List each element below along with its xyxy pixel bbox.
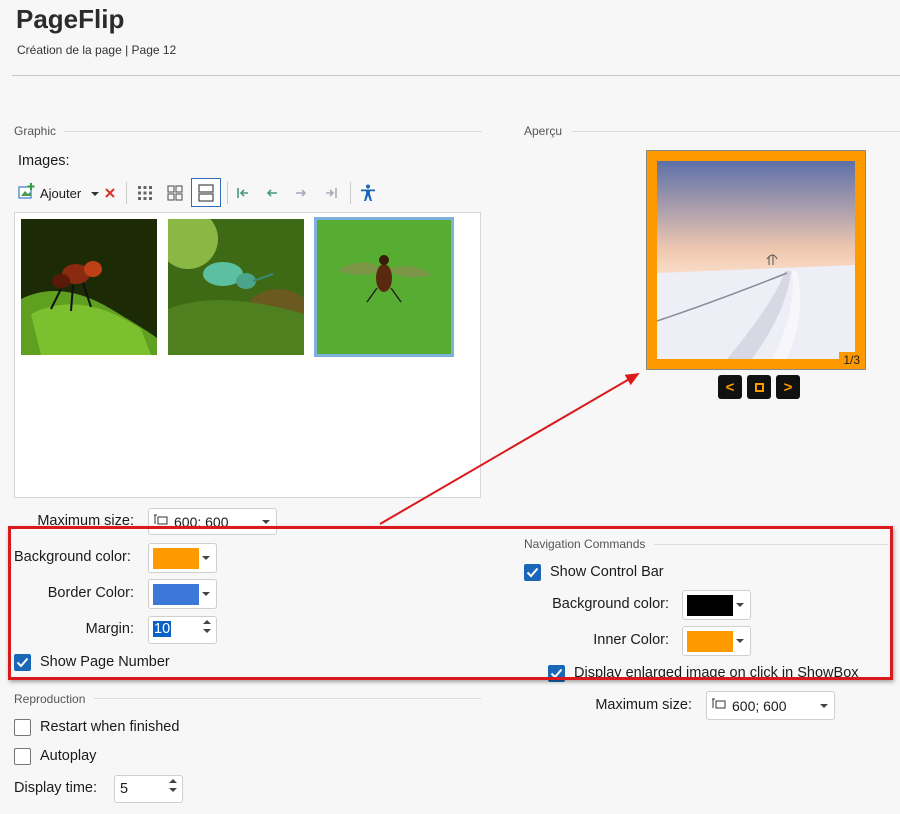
restart-label: Restart when finished	[40, 719, 180, 735]
max-size-dropdown[interactable]: 600; 600	[148, 508, 277, 535]
dropdown-caret-icon	[202, 592, 210, 596]
margin-spinbox[interactable]: 10	[148, 616, 217, 644]
show-page-number-checkbox[interactable]	[14, 654, 31, 671]
move-previous-icon[interactable]	[261, 182, 283, 204]
dropdown-caret-icon	[202, 556, 210, 560]
move-last-icon[interactable]	[320, 182, 342, 204]
accessibility-icon[interactable]	[357, 182, 379, 204]
dropdown-caret-icon	[736, 639, 744, 643]
section-preview-divider	[572, 131, 900, 132]
inner-color-swatch	[687, 630, 733, 652]
section-preview-label: Aperçu	[524, 124, 563, 138]
section-graphic-divider	[64, 131, 482, 132]
preview-image	[657, 161, 855, 359]
border-color-swatch	[153, 583, 199, 605]
nav-next-button[interactable]: >	[776, 375, 800, 399]
margin-label: Margin:	[85, 621, 134, 637]
section-reproduction-divider	[94, 698, 481, 699]
delete-image-icon[interactable]	[99, 182, 121, 204]
nav-background-color-picker[interactable]	[682, 590, 751, 620]
max-size-value: 600; 600	[174, 513, 229, 530]
checkmark-icon	[526, 567, 539, 578]
checkmark-icon	[16, 657, 29, 668]
spin-up-icon[interactable]	[169, 779, 177, 783]
show-control-bar-checkbox[interactable]	[524, 564, 541, 581]
nav-background-color-label: Background color:	[552, 596, 669, 612]
nav-max-size-label: Maximum size:	[595, 697, 692, 713]
dropdown-caret-icon	[262, 519, 270, 524]
images-label: Images:	[18, 153, 70, 169]
image-thumbnail[interactable]	[21, 219, 157, 355]
dropdown-caret-icon	[820, 703, 828, 708]
enlarged-image-label: Display enlarged image on click in ShowB…	[574, 665, 859, 681]
toolbar-separator	[126, 182, 127, 204]
nav-stop-button[interactable]	[747, 375, 771, 399]
add-dropdown-caret-icon[interactable]	[91, 191, 100, 196]
preview-frame: 1/3	[646, 150, 866, 370]
autoplay-label: Autoplay	[40, 748, 97, 764]
inner-color-picker[interactable]	[682, 626, 751, 656]
margin-value[interactable]: 10	[153, 621, 172, 637]
background-color-swatch	[153, 547, 199, 569]
resize-icon	[154, 513, 168, 531]
spin-down-icon[interactable]	[203, 629, 211, 633]
nav-max-size-dropdown[interactable]: 600; 600	[706, 691, 835, 720]
nav-previous-button[interactable]: <	[718, 375, 742, 399]
border-color-picker[interactable]	[148, 579, 217, 609]
small-grid-view-icon[interactable]	[134, 182, 156, 204]
background-color-label: Background color:	[14, 549, 131, 565]
show-page-number-label: Show Page Number	[40, 654, 170, 670]
medium-grid-view-icon[interactable]	[164, 182, 186, 204]
max-size-label: Maximum size:	[37, 513, 134, 529]
spin-up-icon[interactable]	[203, 620, 211, 624]
nav-max-size-value: 600; 600	[732, 697, 787, 714]
app-title: PageFlip	[16, 4, 125, 34]
enlarged-image-checkbox[interactable]	[548, 665, 565, 682]
section-reproduction-label: Reproduction	[14, 692, 86, 706]
spin-down-icon[interactable]	[169, 788, 177, 792]
section-navigation-label: Navigation Commands	[524, 537, 646, 551]
image-thumbnail[interactable]	[168, 219, 304, 355]
toolbar-separator	[350, 182, 351, 204]
border-color-label: Border Color:	[47, 585, 134, 601]
stop-icon	[754, 382, 764, 392]
display-time-value[interactable]: 5	[120, 781, 128, 797]
large-view-icon[interactable]	[191, 178, 221, 207]
move-next-icon[interactable]	[290, 182, 312, 204]
display-time-spinbox[interactable]: 5	[114, 775, 183, 803]
page-subtitle: Création de la page | Page 12	[17, 43, 177, 57]
nav-background-color-swatch	[687, 594, 733, 616]
background-color-picker[interactable]	[148, 543, 217, 573]
resize-icon	[712, 697, 726, 715]
section-graphic-label: Graphic	[14, 124, 57, 138]
restart-checkbox[interactable]	[14, 719, 31, 736]
add-image-icon	[18, 182, 36, 205]
page-counter: 1/3	[839, 352, 864, 368]
checkmark-icon	[550, 668, 563, 679]
display-time-label: Display time:	[14, 780, 97, 796]
section-navigation-divider	[654, 544, 888, 545]
add-image-button[interactable]: Ajouter	[18, 182, 100, 205]
add-image-label: Ajouter	[40, 186, 82, 201]
move-first-icon[interactable]	[232, 182, 254, 204]
inner-color-label: Inner Color:	[593, 632, 669, 648]
header-divider	[12, 75, 900, 76]
dropdown-caret-icon	[736, 603, 744, 607]
image-thumbnail-selected[interactable]	[314, 217, 454, 357]
toolbar-separator	[227, 182, 228, 204]
show-control-bar-label: Show Control Bar	[550, 564, 664, 580]
autoplay-checkbox[interactable]	[14, 748, 31, 765]
image-gallery[interactable]	[14, 212, 481, 498]
